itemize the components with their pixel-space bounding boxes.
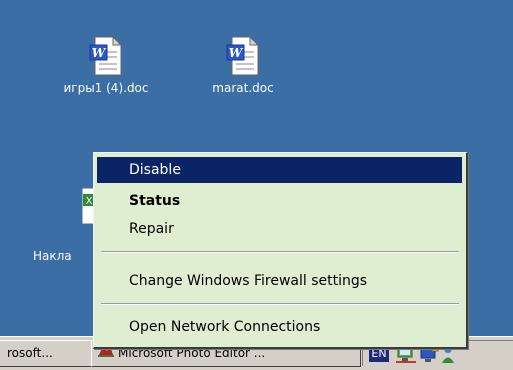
word-document-icon: W [89, 35, 123, 76]
desktop-icon-marat-doc[interactable]: W marat.doc [193, 35, 293, 95]
desktop-icon-label: marat.doc [212, 81, 274, 95]
svg-text:W: W [92, 46, 107, 60]
menu-separator [101, 303, 459, 305]
taskbar-button-microsoft[interactable]: rosoft... [0, 340, 92, 367]
taskbar-button-label: rosoft... [7, 346, 53, 360]
desktop-icon-igry-doc[interactable]: W игры1 (4).doc [56, 35, 156, 95]
menu-item-status[interactable]: Status [97, 188, 462, 214]
svg-text:W: W [229, 46, 244, 60]
menu-separator [101, 251, 459, 253]
menu-item-disable[interactable]: Disable [97, 157, 462, 183]
svg-text:X: X [86, 196, 93, 207]
menu-item-repair[interactable]: Repair [97, 216, 462, 242]
desktop: W игры1 (4).doc W marat.doc X Накла roso… [0, 0, 513, 370]
menu-item-open-network-connections[interactable]: Open Network Connections [97, 314, 462, 340]
network-context-menu: Disable Status Repair Change Windows Fir… [93, 152, 468, 349]
word-document-icon: W [226, 35, 260, 76]
desktop-icon-label: игры1 (4).doc [63, 81, 149, 95]
desktop-icon-label-partial: Накла [33, 249, 72, 263]
menu-item-change-firewall-settings[interactable]: Change Windows Firewall settings [97, 268, 462, 294]
